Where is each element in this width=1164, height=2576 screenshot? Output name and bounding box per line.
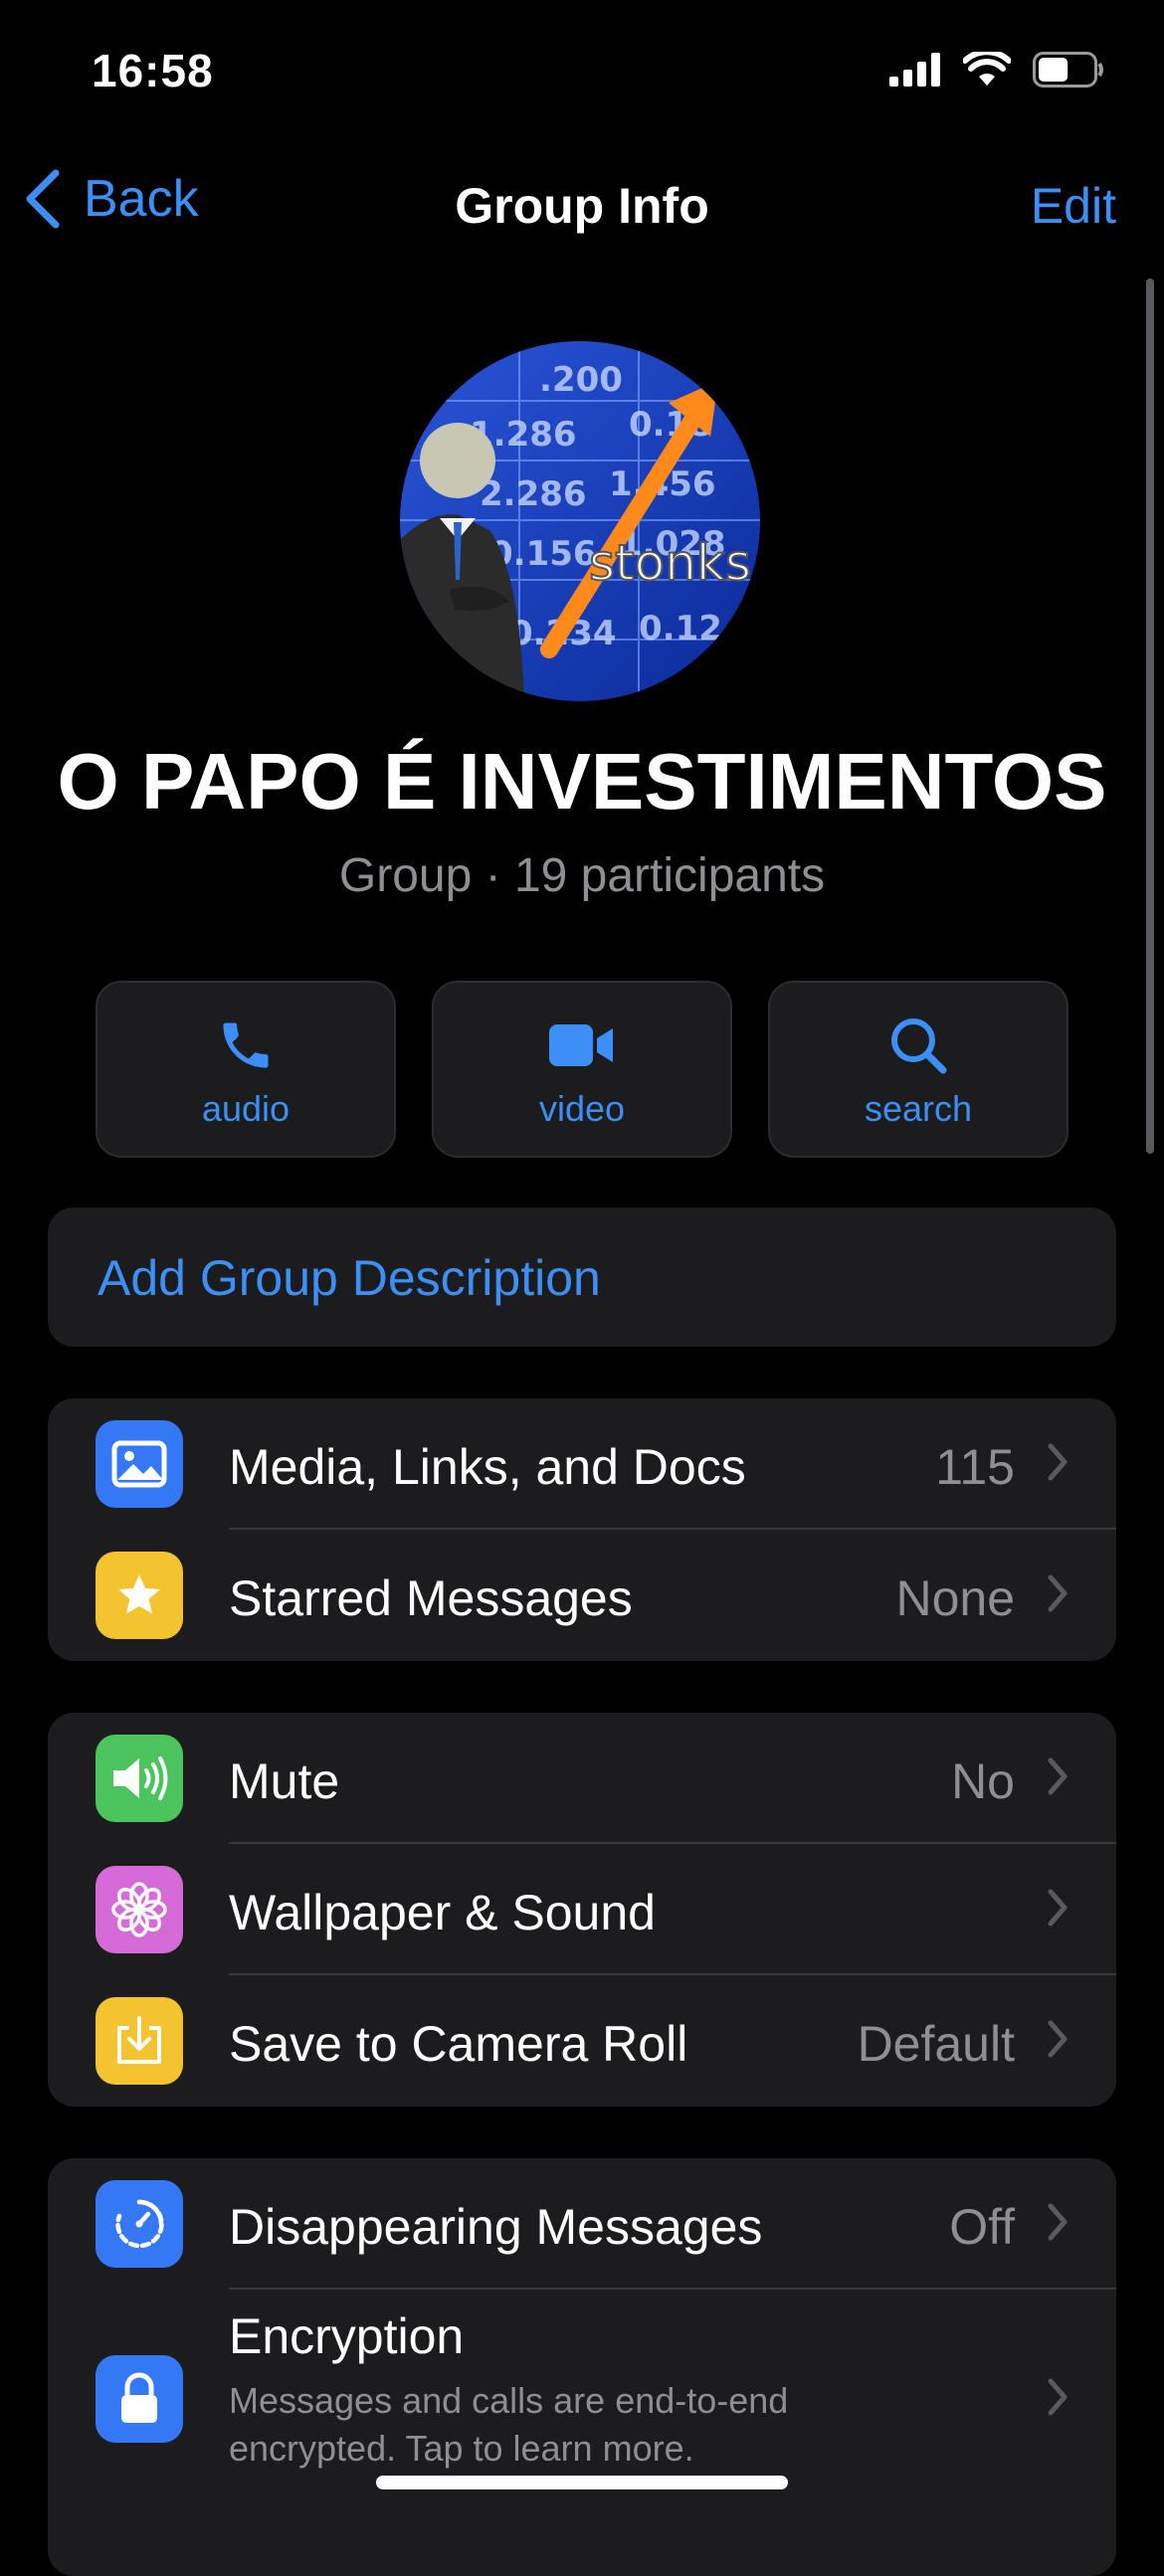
chevron-left-icon — [26, 169, 60, 229]
row-value: No — [951, 1753, 1015, 1809]
row-value: Default — [857, 2016, 1015, 2072]
status-time: 16:58 — [92, 45, 214, 96]
mute-row[interactable]: Mute No — [48, 1713, 1116, 1844]
search-label: search — [864, 1088, 973, 1129]
row-value: Off — [949, 2199, 1015, 2255]
edit-button[interactable]: Edit — [1031, 177, 1116, 235]
row-label: Wallpaper & Sound — [229, 1885, 656, 1940]
row-label: Save to Camera Roll — [229, 2016, 688, 2072]
row-label: Media, Links, and Docs — [229, 1439, 746, 1495]
chevron-right-icon — [1048, 2378, 1067, 2416]
wallpaper-sound-row[interactable]: Wallpaper & Sound — [48, 1844, 1116, 1975]
back-button[interactable]: Back — [24, 169, 199, 229]
lock-icon — [96, 2355, 183, 2443]
row-label: Encryption — [229, 2308, 465, 2364]
svg-text:.200: .200 — [539, 360, 623, 400]
chevron-right-icon — [1048, 1443, 1067, 1481]
search-button[interactable]: search — [768, 981, 1068, 1158]
video-camera-icon — [549, 1024, 613, 1066]
video-label: video — [538, 1088, 626, 1129]
chevron-right-icon — [1048, 2020, 1067, 2058]
wifi-icon — [963, 52, 1011, 86]
group-subtitle: Group · 19 participants — [338, 849, 826, 902]
row-label: Starred Messages — [229, 1570, 633, 1626]
star-icon — [96, 1552, 183, 1639]
chevron-right-icon — [1048, 1889, 1067, 1927]
home-indicator[interactable] — [376, 2476, 788, 2489]
back-label: Back — [84, 170, 199, 228]
add-group-description-button[interactable]: Add Group Description — [48, 1207, 1116, 1347]
flower-icon — [96, 1866, 183, 1953]
cellular-signal-icon — [889, 53, 940, 87]
chevron-right-icon — [1048, 1574, 1067, 1612]
privacy-section: Disappearing Messages Off Encryption Mes… — [48, 2158, 1116, 2576]
group-name: O PAPO É INVESTIMENTOS — [57, 737, 1107, 826]
scrollbar[interactable] — [1146, 278, 1154, 1154]
group-avatar[interactable]: .2000.18 1.2862.286 1.4560.156 1.0280.23… — [400, 341, 760, 701]
phone-icon — [223, 1022, 269, 1068]
starred-messages-row[interactable]: Starred Messages None — [48, 1530, 1116, 1661]
media-section: Media, Links, and Docs 115 Starred Messa… — [48, 1398, 1116, 1661]
save-to-camera-roll-row[interactable]: Save to Camera Roll Default — [48, 1975, 1116, 2107]
row-value: 115 — [935, 1439, 1015, 1495]
row-label: Disappearing Messages — [229, 2199, 763, 2255]
navigation-bar: Back Group Info Edit — [0, 149, 1164, 269]
avatar-caption: stonks — [589, 534, 751, 592]
settings-section: Mute No Wallpaper & Sound Save to Camera… — [48, 1713, 1116, 2107]
audio-label: audio — [201, 1088, 291, 1129]
row-label: Mute — [229, 1753, 340, 1809]
speaker-icon — [96, 1735, 183, 1822]
audio-call-button[interactable]: audio — [96, 981, 396, 1158]
video-call-button[interactable]: video — [432, 981, 732, 1158]
search-icon — [891, 1018, 947, 1074]
timer-icon — [96, 2180, 183, 2268]
svg-text:2.286: 2.286 — [480, 474, 587, 514]
photo-icon — [96, 1420, 183, 1508]
svg-text:0.12: 0.12 — [639, 609, 722, 648]
status-bar: 16:58 — [0, 0, 1164, 149]
status-icons — [889, 52, 1104, 88]
media-links-docs-row[interactable]: Media, Links, and Docs 115 — [48, 1398, 1116, 1530]
row-subtitle: Messages and calls are end-to-end encryp… — [229, 2380, 789, 2469]
add-group-description-label: Add Group Description — [97, 1250, 601, 1306]
chevron-right-icon — [1048, 1757, 1067, 1795]
download-icon — [96, 1997, 183, 2085]
row-value: None — [895, 1570, 1015, 1626]
battery-icon — [1033, 52, 1103, 88]
disappearing-messages-row[interactable]: Disappearing Messages Off — [48, 2158, 1116, 2290]
chevron-right-icon — [1048, 2203, 1067, 2241]
